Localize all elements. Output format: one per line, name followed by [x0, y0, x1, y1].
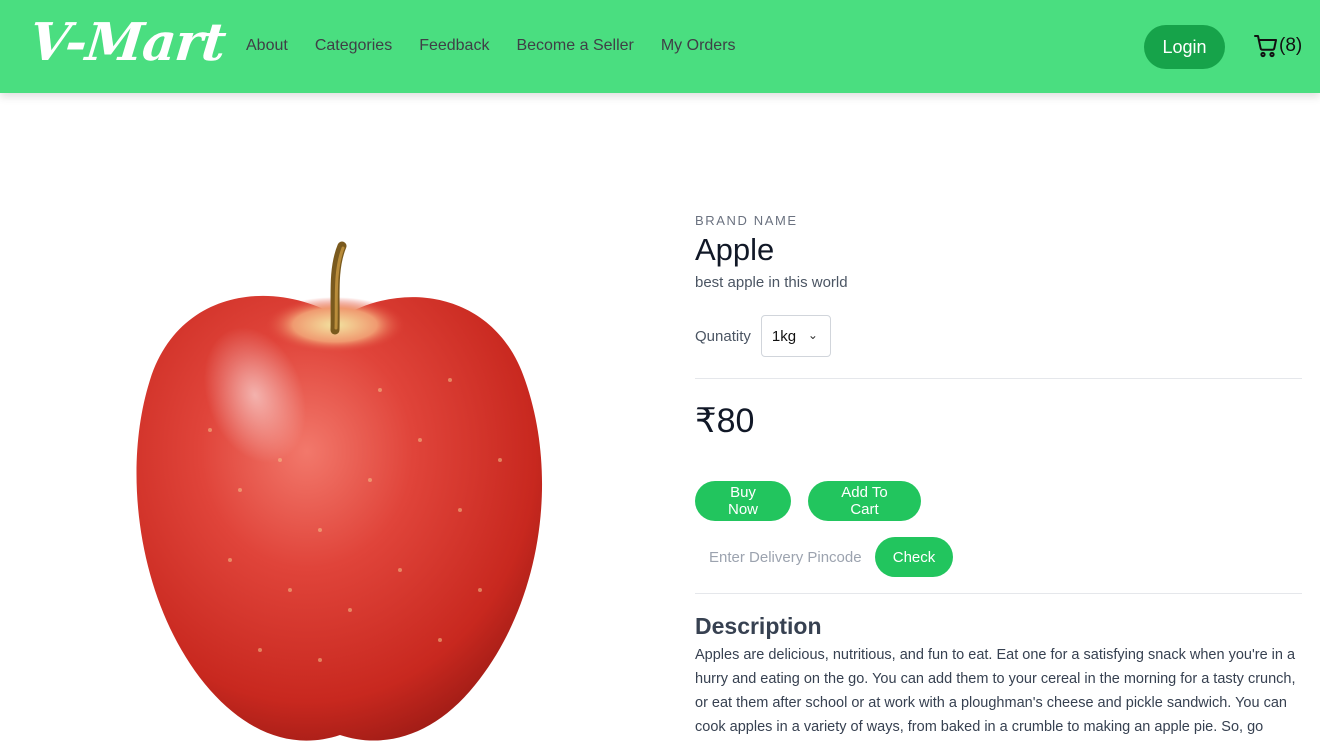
site-logo[interactable]: V-Mart — [27, 12, 228, 73]
product-tagline: best apple in this world — [695, 274, 848, 291]
product-details: BRAND NAME Apple best apple in this worl… — [695, 213, 1302, 743]
description-text: Apples are delicious, nutritious, and fu… — [695, 647, 1296, 735]
quantity-select[interactable]: 1kg ⌄ — [760, 315, 831, 357]
nav-categories[interactable]: Categories — [315, 37, 392, 55]
check-pincode-button[interactable]: Check — [875, 537, 953, 577]
site-header: V-Mart About Categories Feedback Become … — [0, 0, 1320, 93]
quantity-label: Qunatity — [695, 327, 751, 345]
divider — [695, 593, 1302, 594]
quantity-value: 1kg — [771, 327, 797, 345]
brand-label: BRAND NAME — [695, 213, 798, 228]
chevron-down-icon: ⌄ — [807, 328, 818, 342]
description-heading: Description — [695, 613, 822, 639]
cart-button[interactable]: (8) — [1254, 34, 1302, 58]
product-image — [120, 230, 560, 743]
pincode-input[interactable] — [695, 537, 865, 577]
nav-about[interactable]: About — [246, 37, 288, 55]
quantity-row: Qunatity 1kg ⌄ — [695, 315, 1302, 357]
cart-icon — [1254, 35, 1277, 58]
nav-my-orders[interactable]: My Orders — [661, 37, 736, 55]
nav-feedback[interactable]: Feedback — [419, 37, 489, 55]
nav-become-seller[interactable]: Become a Seller — [516, 37, 633, 55]
login-button[interactable]: Login — [1144, 25, 1225, 69]
buy-now-button[interactable]: Buy Now — [695, 481, 791, 521]
add-to-cart-button[interactable]: Add To Cart — [808, 481, 921, 521]
cart-count: (8) — [1279, 35, 1303, 56]
action-buttons: Buy Now Add To Cart — [695, 481, 1302, 521]
product-price: ₹80 — [695, 402, 755, 440]
product-title: Apple — [695, 232, 775, 267]
divider — [695, 378, 1302, 379]
pincode-row: Check — [695, 537, 1302, 577]
main-nav: About Categories Feedback Become a Selle… — [246, 37, 763, 55]
